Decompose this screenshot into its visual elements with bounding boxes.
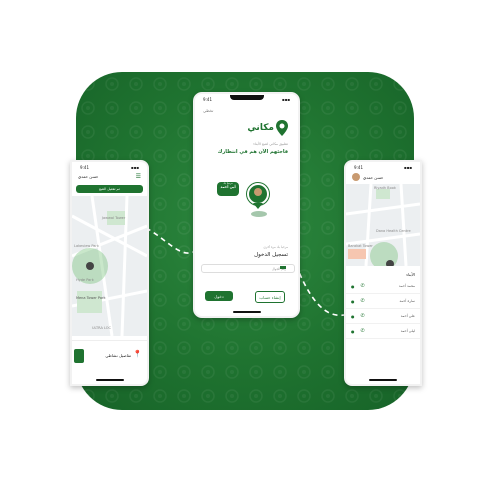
pin-shadow — [251, 211, 267, 217]
pin-icon — [276, 120, 288, 136]
list-item[interactable]: ● ✆ سارة أحمد — [346, 294, 420, 309]
signup-button[interactable]: إنشاء حساب — [255, 291, 285, 303]
notch — [229, 95, 264, 100]
list-item[interactable]: ● ✆ علي أحمد — [346, 309, 420, 324]
map-label: Jawwal Tower — [102, 216, 126, 220]
map-label: Barakat Tower — [348, 244, 373, 248]
list-item[interactable]: ● ✆ ليلى أحمد — [346, 324, 420, 339]
flag-icon — [280, 266, 286, 269]
status-time: 9:41 — [203, 97, 212, 102]
panel-text: تفاصيل نشاطي — [105, 353, 131, 358]
home-indicator — [232, 311, 261, 313]
child-name: محمد أحمد — [398, 284, 415, 288]
pin-icon: ● — [351, 298, 355, 304]
map-label: Hyde Park — [76, 278, 94, 282]
children-list: الأبناء ● ✆ محمد أحمد ● ✆ سارة أحمد ● ✆ … — [346, 270, 420, 339]
child-name: علي أحمد — [400, 314, 415, 318]
avatar-icon[interactable] — [352, 173, 360, 181]
home-indicator — [95, 379, 124, 381]
greeting-bubble: مرحبا بك أبي أحمد — [217, 182, 239, 196]
pin-icon: ● — [351, 313, 355, 319]
home-indicator — [369, 379, 397, 381]
child-name: ليلى أحمد — [400, 329, 415, 333]
map-label: Riyadh Book — [374, 186, 396, 190]
map-label: ULTRA LOC — [92, 326, 111, 330]
phone-icon[interactable]: ✆ — [361, 313, 365, 319]
skip-link[interactable]: تخطي — [203, 108, 213, 113]
left-phone-screen: 9:41 ▪▪▪ حسن حمدي ☰ تم تفعيل التتبع Lakev… — [70, 160, 149, 386]
avatar-icon — [247, 183, 269, 205]
pin-icon: 📍 — [133, 350, 142, 358]
login-subtitle: مرحبا بك مرة أخرى — [263, 245, 288, 249]
user-name: حسن حمدي — [78, 174, 99, 179]
headline: فاجئهم الآن هم في انتظارك — [217, 149, 288, 155]
pin-pointer — [253, 203, 263, 209]
map-view[interactable]: Lakeview Park Jawwal Tower Hyde Park Men… — [72, 196, 147, 336]
center-phone-screen: 9:41 ▪▪▪ تخطي مكاني تطبيق مكاني لتتبع الأ… — [193, 92, 300, 318]
phone-icon[interactable]: ✆ — [361, 328, 365, 334]
status-time: 9:41 — [80, 165, 89, 170]
phone-icon[interactable]: ✆ — [361, 298, 365, 304]
child-name: سارة أحمد — [399, 299, 415, 303]
user-name: حسن حمدي — [363, 174, 384, 180]
pin-icon: ● — [351, 328, 355, 334]
tracking-banner: تم تفعيل التتبع — [76, 185, 143, 193]
bubble-main: أبي أحمد — [220, 185, 236, 189]
tagline: تطبيق مكاني لتتبع الأبناء — [253, 142, 288, 146]
panel-action-button[interactable] — [74, 349, 84, 363]
map-label: Mena Tower Park — [76, 296, 106, 300]
list-title: الأبناء — [406, 272, 415, 277]
bottom-panel: تفاصيل نشاطي 📍 — [72, 340, 147, 379]
map-view[interactable]: Riyadh Book Dana Health Centre Barakat T… — [346, 184, 420, 266]
list-item[interactable]: ● ✆ محمد أحمد — [346, 279, 420, 294]
right-phone-screen: 9:41 ▪▪▪ حسن حمدي Riyadh Book Dana Health… — [344, 160, 422, 386]
brand-logo: مكاني — [247, 120, 288, 136]
pin-icon: ● — [351, 283, 355, 289]
status-time: 9:41 — [354, 165, 363, 170]
phone-icon[interactable]: ✆ — [361, 283, 365, 289]
login-title: تسجيل الدخول — [254, 252, 288, 258]
brand-name: مكاني — [247, 123, 274, 133]
menu-icon[interactable]: ☰ — [136, 173, 141, 180]
login-button[interactable]: دخول — [205, 291, 233, 301]
map-label: Lakeview Park — [74, 244, 99, 248]
map-label: Dana Health Centre — [376, 229, 411, 233]
